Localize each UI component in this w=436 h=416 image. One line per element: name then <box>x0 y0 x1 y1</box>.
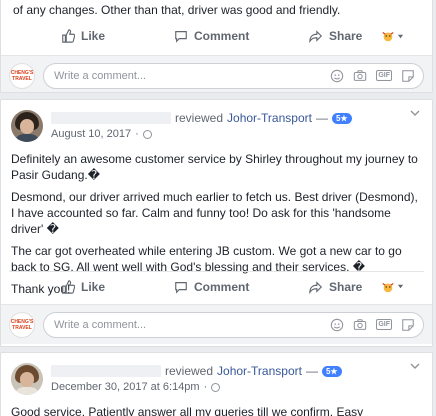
review-text: of any changes. Other than that, driver … <box>13 3 341 17</box>
comment-icon <box>175 281 187 294</box>
review-card-2: reviewed Johor-Transport — 5★ December 3… <box>0 352 433 416</box>
post-header: reviewed Johor-Transport — 5★ December 3… <box>1 353 432 395</box>
globe-icon <box>211 382 221 392</box>
caret-down-icon <box>397 34 404 38</box>
comment-composer: CHENG'S TRAVEL Write a comment... GIF <box>1 55 432 92</box>
avatar[interactable] <box>11 363 43 395</box>
comment-button[interactable]: Comment <box>174 29 249 43</box>
post-date[interactable]: December 30, 2017 at 6:14pm <box>51 381 200 393</box>
camera-icon[interactable] <box>353 318 367 332</box>
comment-icon <box>175 31 187 43</box>
gif-icon[interactable]: GIF <box>376 70 392 81</box>
post-header: reviewed Johor-Transport — 5★ August 10,… <box>1 100 432 142</box>
reaction-icon <box>382 282 394 292</box>
post-options-icon[interactable] <box>410 361 420 371</box>
emoji-icon[interactable] <box>330 318 344 332</box>
globe-icon <box>142 129 152 139</box>
share-icon <box>309 280 323 294</box>
post-options-icon[interactable] <box>410 108 420 118</box>
camera-icon[interactable] <box>353 69 367 83</box>
share-icon <box>309 30 323 43</box>
post-date[interactable]: August 10, 2017 <box>51 128 131 140</box>
review-card-1: reviewed Johor-Transport — 5★ August 10,… <box>0 99 433 347</box>
avatar[interactable] <box>11 110 43 142</box>
sticker-icon[interactable] <box>401 69 415 83</box>
share-button[interactable]: Share <box>309 29 362 43</box>
comment-composer: CHENG'S TRAVEL Write a comment... GIF <box>1 304 432 344</box>
top-review-card: of any changes. Other than that, driver … <box>0 0 433 93</box>
rating-badge: 5★ <box>331 112 352 124</box>
page-link[interactable]: Johor-Transport <box>217 364 302 378</box>
sticker-icon[interactable] <box>401 318 415 332</box>
page-link[interactable]: Johor-Transport <box>227 111 312 125</box>
rating-badge: 5★ <box>321 365 342 377</box>
like-button[interactable]: Like <box>61 280 105 294</box>
page-logo-avatar: CHENG'S TRAVEL <box>9 62 35 89</box>
action-bar: Like Comment Share <box>9 21 424 51</box>
comment-input[interactable]: Write a comment... GIF <box>43 311 424 338</box>
action-bar: Like Comment Share <box>9 271 424 301</box>
thumbs-up-icon <box>62 29 75 43</box>
comment-button[interactable]: Comment <box>174 280 249 294</box>
thumbs-up-icon <box>62 279 75 294</box>
reviewer-name-redacted <box>51 112 171 124</box>
share-button[interactable]: Share <box>309 280 362 294</box>
page-logo-avatar: CHENG'S TRAVEL <box>9 311 35 338</box>
reaction-selector[interactable] <box>381 29 404 43</box>
caret-down-icon <box>397 284 404 289</box>
emoji-icon[interactable] <box>330 69 344 83</box>
reaction-icon <box>382 31 394 42</box>
reviewer-name-redacted <box>51 365 161 377</box>
comment-input[interactable]: Write a comment... GIF <box>43 62 424 89</box>
gif-icon[interactable]: GIF <box>376 319 392 330</box>
review-text: Good service. Patiently answer all my qu… <box>11 405 364 416</box>
like-button[interactable]: Like <box>61 29 105 43</box>
reaction-selector[interactable] <box>381 280 404 294</box>
